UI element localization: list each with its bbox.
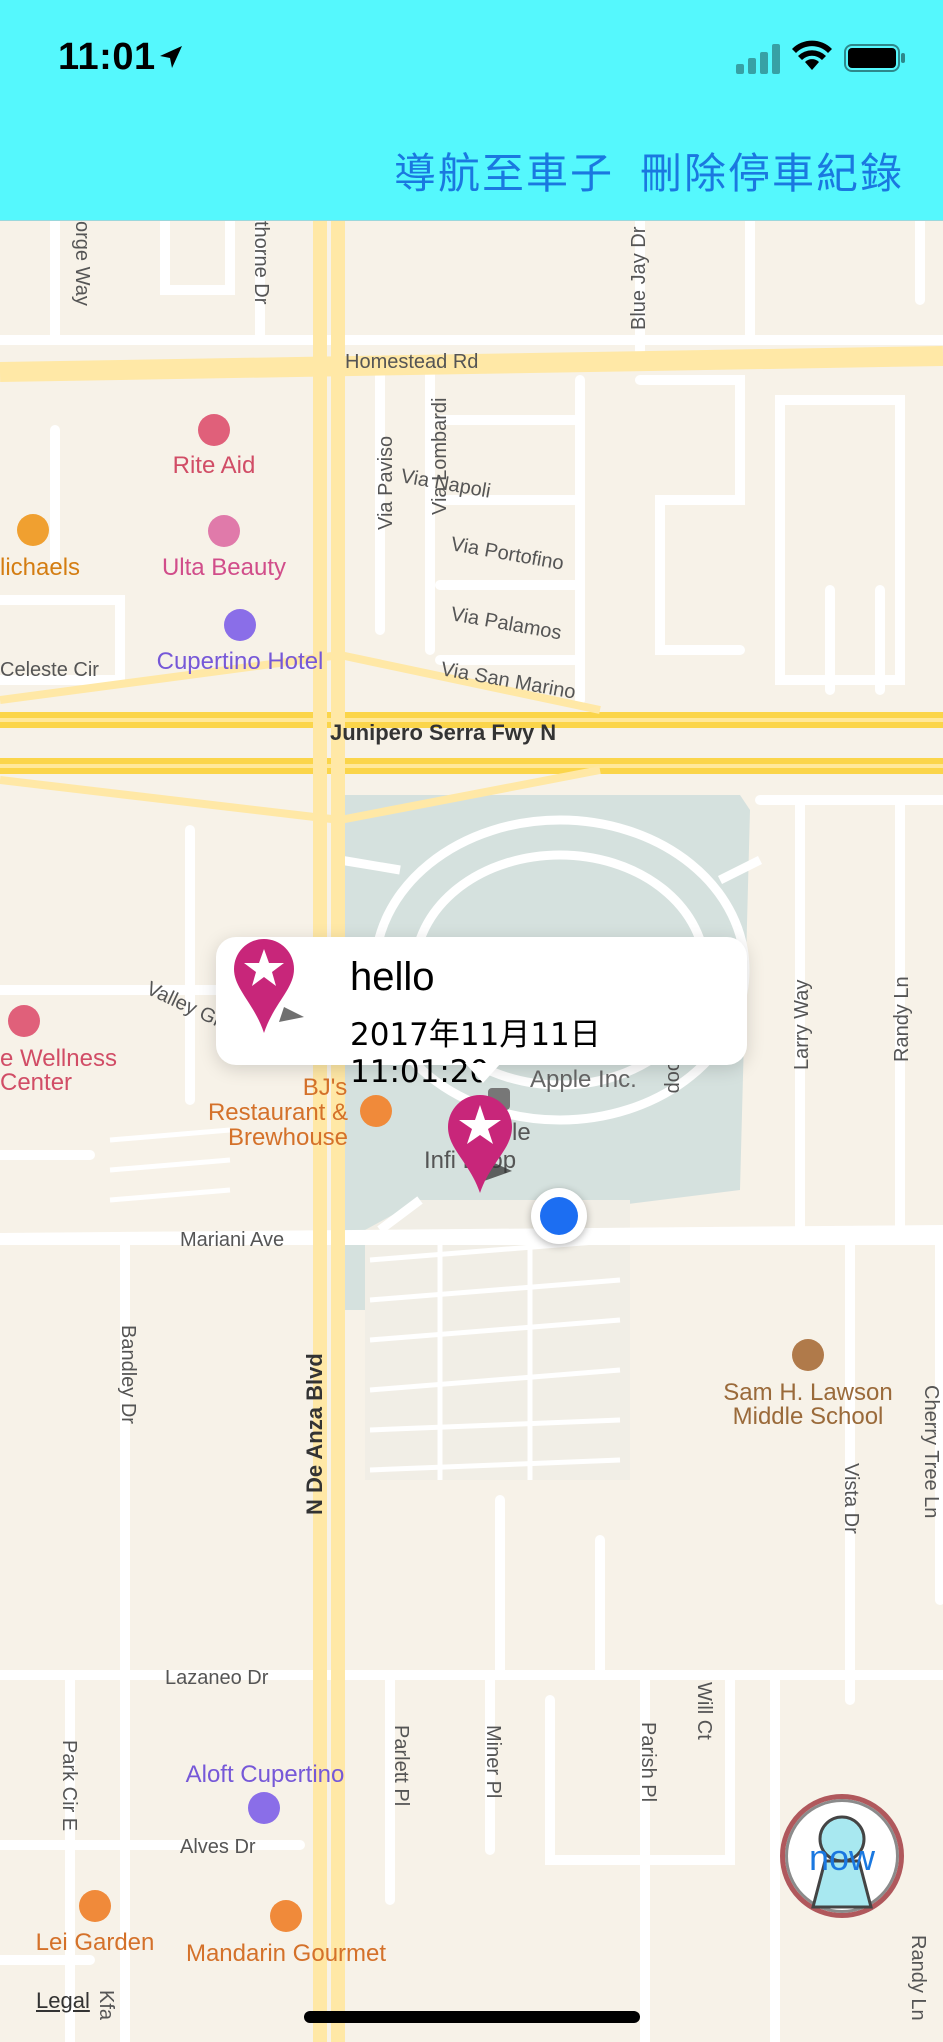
poi-label: Aloft Cupertino [186,1761,345,1788]
location-arrow-icon [160,46,182,68]
star-pin-icon[interactable] [446,1093,526,1193]
pharmacy-icon [198,414,230,446]
street-label: orge Way [71,221,93,306]
user-location-dot [531,1188,587,1244]
medical-icon [8,1005,40,1037]
street-label: thorne Dr [250,221,272,305]
street-label: Via Lombardi [429,398,451,515]
street-label: Parish Pl [637,1722,659,1802]
navigation-bar: 導航至車子 刪除停車紀錄 [0,110,943,221]
poi-label: Mandarin Gourmet [186,1940,386,1967]
hotel-icon [248,1792,280,1824]
street-label: Larry Way [791,980,813,1070]
now-location-button[interactable]: now [780,1794,904,1918]
delete-parking-record-button[interactable]: 刪除停車紀錄 [640,140,904,201]
poi-label: Center [0,1069,72,1096]
street-label: Mariani Ave [180,1229,284,1251]
callout-subtitle: 2017年11月11日 11:01:20 [350,1017,601,1090]
user-location-dot-inner [540,1197,578,1235]
street-label: Lazaneo Dr [165,1667,269,1689]
poi-label: lichaels [0,554,80,581]
wifi-icon [792,40,832,70]
poi-label: Ulta Beauty [162,554,286,581]
street-label: Parlett Pl [390,1725,412,1806]
street-label: Randy Ln [891,976,913,1062]
status-time: 11:01 [58,36,156,78]
street-label: Kfa [95,1990,117,2021]
street-label: Alves Dr [180,1836,256,1858]
poi-label: BJ's [303,1074,348,1101]
street-label: Blue Jay Dr [628,226,650,330]
status-bar: 11:01 [0,0,943,110]
poi-label: Middle School [733,1403,884,1430]
street-label: Cherry Tree Ln [920,1385,942,1518]
restaurant-icon [79,1890,111,1922]
callout-title: hello [350,955,435,999]
street-label: Via Paviso [375,436,397,530]
street-label: Miner Pl [482,1725,504,1798]
street-label: Bandley Dr [117,1325,139,1424]
poi-label: Restaurant & [208,1099,348,1126]
street-label: Will Ct [693,1682,715,1740]
street-label: Homestead Rd [345,351,478,373]
poi-label: e Wellness [0,1045,117,1072]
annotation-callout[interactable]: hello 2017年11月11日 11:01:20 [216,937,747,1090]
street-label: Park Cir E [58,1740,80,1831]
shopping-bag-icon [17,514,49,546]
star-pin-icon [234,939,304,1033]
battery-icon [844,44,905,72]
poi-label: Lei Garden [36,1929,155,1956]
street-label: Randy Ln [907,1935,929,2021]
poi-label: Brewhouse [228,1124,348,1151]
street-label: N De Anza Blvd [302,1353,327,1515]
street-label: Celeste Cir [0,659,99,681]
cellular-signal-icon [736,44,780,74]
street-label: Junipero Serra Fwy N [330,720,556,745]
school-icon [792,1339,824,1371]
restaurant-icon [270,1900,302,1932]
navigate-to-car-button[interactable]: 導航至車子 [394,140,614,201]
cosmetics-icon [208,515,240,547]
poi-label: Rite Aid [173,452,256,479]
hotel-icon [224,609,256,641]
now-button-label: now [808,1837,876,1878]
poi-label: Sam H. Lawson [723,1379,892,1406]
restaurant-icon [360,1095,392,1127]
street-label: Vista Dr [840,1463,862,1534]
poi-label: Cupertino Hotel [157,648,324,675]
home-indicator[interactable] [304,2011,640,2023]
legal-link[interactable]: Legal [36,1988,90,2014]
